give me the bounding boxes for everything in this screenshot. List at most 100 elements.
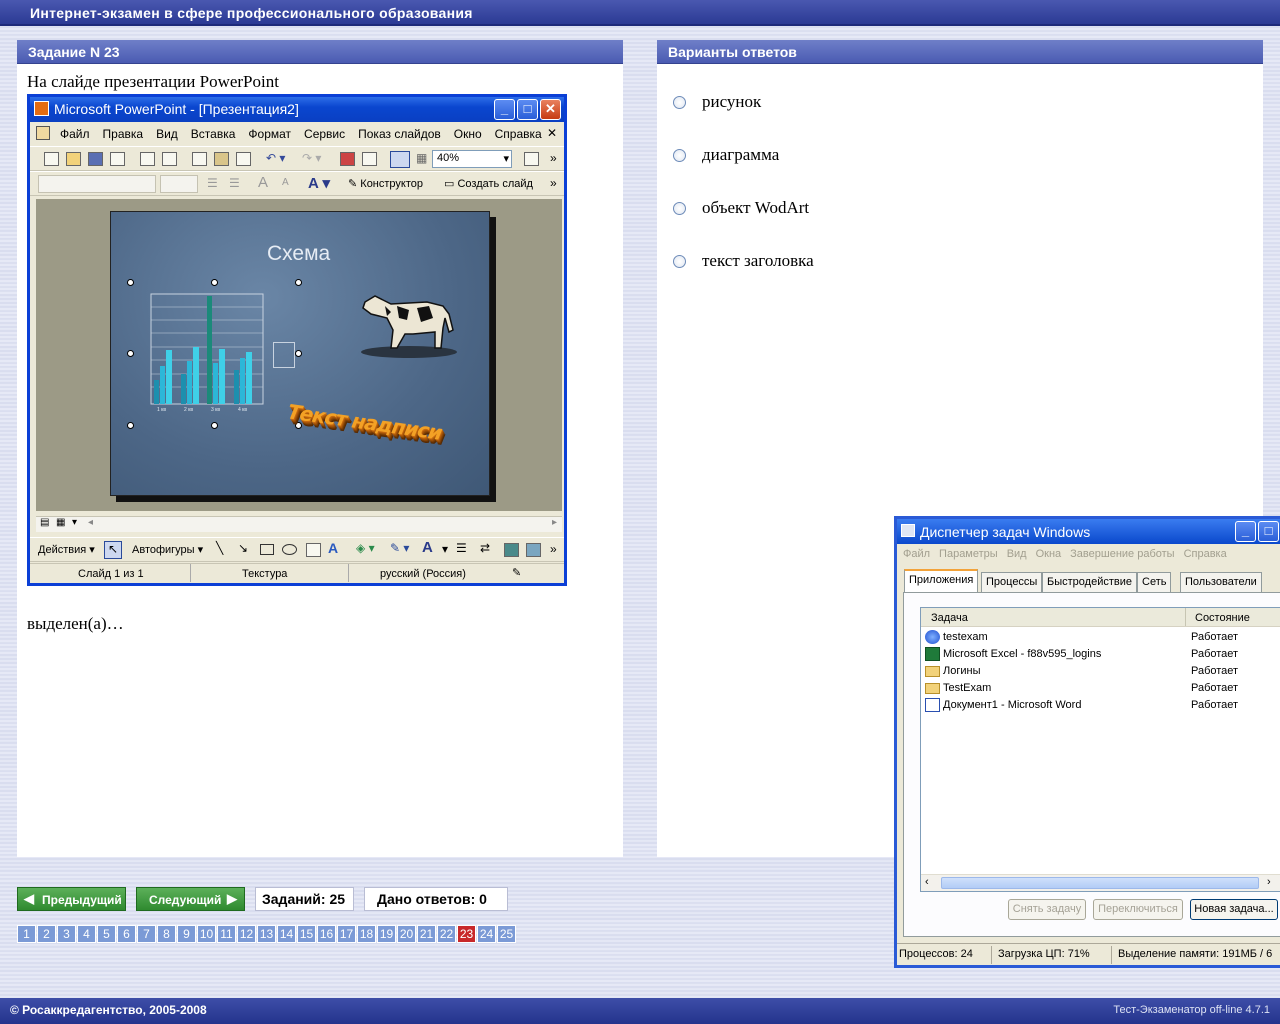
textbox-icon xyxy=(306,543,321,557)
scroll-right-icon[interactable]: › xyxy=(1267,876,1271,888)
arrow-style-icon: ⇄ xyxy=(480,541,491,555)
answer-option-3[interactable]: объект WodArt xyxy=(702,198,809,218)
more-icon: » xyxy=(550,151,557,165)
tm-menu-help[interactable]: Справка xyxy=(1184,548,1227,560)
page-button[interactable]: 7 xyxy=(137,925,156,943)
answer-radio-2[interactable] xyxy=(673,149,686,162)
page-button[interactable]: 22 xyxy=(437,925,456,943)
table-icon xyxy=(362,152,377,166)
page-button[interactable]: 19 xyxy=(377,925,396,943)
font-select xyxy=(38,175,156,193)
font-color-icon: A ▾ xyxy=(308,175,330,192)
page-button[interactable]: 18 xyxy=(357,925,376,943)
page-button[interactable]: 16 xyxy=(317,925,336,943)
page-button[interactable]: 6 xyxy=(117,925,136,943)
page-button[interactable]: 12 xyxy=(237,925,256,943)
tab-network[interactable]: Сеть xyxy=(1137,572,1172,592)
more-icon: » xyxy=(550,542,557,556)
chart-bar xyxy=(213,363,218,404)
tab-users[interactable]: Пользователи xyxy=(1180,572,1262,592)
tm-menu-shutdown[interactable]: Завершение работы xyxy=(1070,548,1174,560)
task-manager-menubar: Файл Параметры Вид Окна Завершение работы Спр… xyxy=(897,544,1280,564)
page-button[interactable]: 24 xyxy=(477,925,496,943)
page-button[interactable]: 15 xyxy=(297,925,316,943)
cow-picture xyxy=(361,295,457,358)
page-button-current[interactable]: 23 xyxy=(457,925,476,943)
status-divider xyxy=(348,564,349,582)
shadow-icon xyxy=(504,543,519,557)
new-task-button[interactable]: Новая задача... xyxy=(1190,899,1278,920)
switch-to-button[interactable]: Переключиться xyxy=(1093,899,1183,920)
task-manager-icon xyxy=(901,524,915,537)
answer-option-2[interactable]: диаграмма xyxy=(702,145,779,165)
tm-menu-windows[interactable]: Окна xyxy=(1036,548,1062,560)
line-color-icon: ✎ ▾ xyxy=(390,541,410,555)
tm-menu-options[interactable]: Параметры xyxy=(939,548,998,560)
page-button[interactable]: 10 xyxy=(197,925,216,943)
task-list[interactable]: Задача Состояние testexam Работает Micro… xyxy=(920,607,1280,892)
save-icon xyxy=(88,152,103,166)
horizontal-scrollbar[interactable]: ‹ › xyxy=(921,874,1280,891)
page-button[interactable]: 20 xyxy=(397,925,416,943)
page-button[interactable]: 17 xyxy=(337,925,356,943)
arrow-right-icon: ▶ xyxy=(227,891,237,906)
question-text-before: На слайде презентации PowerPoint xyxy=(27,72,279,91)
page-button[interactable]: 4 xyxy=(77,925,96,943)
menu-slideshow: Показ слайдов xyxy=(358,127,441,141)
maximize-button[interactable]: □ xyxy=(1258,521,1279,542)
chart-bar xyxy=(207,296,212,404)
end-task-button[interactable]: Снять задачу xyxy=(1008,899,1086,920)
powerpoint-menubar: Файл Правка Вид Вставка Формат Сервис Показ сл… xyxy=(30,122,564,146)
task-row[interactable]: Microsoft Excel - f88v595_logins Работае… xyxy=(921,646,1280,663)
page-button[interactable]: 2 xyxy=(37,925,56,943)
chart-bar xyxy=(187,361,192,404)
task-row[interactable]: Документ1 - Microsoft Word Работает xyxy=(921,697,1280,714)
page-button[interactable]: 13 xyxy=(257,925,276,943)
task-row[interactable]: TestExam Работает xyxy=(921,680,1280,697)
menu-tools: Сервис xyxy=(304,127,346,141)
next-button[interactable]: Следующий ▶ xyxy=(136,887,245,911)
tm-menu-view[interactable]: Вид xyxy=(1007,548,1027,560)
tm-menu-file[interactable]: Файл xyxy=(903,548,930,560)
tab-applications[interactable]: Приложения xyxy=(904,569,979,593)
scroll-thumb[interactable] xyxy=(941,877,1259,889)
chart-category-label: 1 кв xyxy=(157,407,166,413)
scroll-left-icon[interactable]: ‹ xyxy=(925,876,929,888)
column-status[interactable]: Состояние xyxy=(1195,612,1250,624)
answer-option-1[interactable]: рисунок xyxy=(702,92,761,112)
answer-radio-3[interactable] xyxy=(673,202,686,215)
chart-bar xyxy=(193,347,199,404)
page-button[interactable]: 9 xyxy=(177,925,196,943)
zoom-select: 40% ▾ xyxy=(432,150,512,168)
answer-option-4[interactable]: текст заголовка xyxy=(702,251,814,271)
slideshow-view-icon: ▾ xyxy=(72,517,78,528)
answer-radio-1[interactable] xyxy=(673,96,686,109)
page-button[interactable]: 11 xyxy=(217,925,236,943)
previous-button[interactable]: ◀ Предыдущий xyxy=(17,887,126,911)
page-button[interactable]: 5 xyxy=(97,925,116,943)
powerpoint-title: Microsoft PowerPoint - [Презентация2] xyxy=(54,101,299,117)
task-row[interactable]: Логины Работает xyxy=(921,663,1280,680)
minimize-button[interactable]: _ xyxy=(1235,521,1256,542)
column-task[interactable]: Задача xyxy=(931,612,968,624)
powerpoint-icon xyxy=(34,101,49,116)
tasks-count: Заданий: 25 xyxy=(255,887,354,911)
answer-radio-4[interactable] xyxy=(673,255,686,268)
increase-font-icon: A xyxy=(258,174,269,191)
page-button[interactable]: 8 xyxy=(157,925,176,943)
page-button[interactable]: 14 xyxy=(277,925,296,943)
page-button[interactable]: 3 xyxy=(57,925,76,943)
powerpoint-statusbar: Слайд 1 из 1 Текстура русский (Россия) ✎ xyxy=(30,563,564,583)
question-panel-title: Задание N 23 xyxy=(17,40,623,64)
task-manager-titlebar[interactable]: Диспетчер задач Windows _ □ xyxy=(897,519,1280,544)
page-button[interactable]: 25 xyxy=(497,925,516,943)
page-button[interactable]: 21 xyxy=(417,925,436,943)
maximize-icon: □ xyxy=(517,99,538,120)
tab-processes[interactable]: Процессы xyxy=(981,572,1043,592)
menu-window: Окно xyxy=(453,127,482,141)
status-divider xyxy=(190,564,191,582)
page-button[interactable]: 1 xyxy=(17,925,36,943)
tab-performance[interactable]: Быстродействие xyxy=(1042,572,1137,592)
question-body: На слайде презентации PowerPoint Microso… xyxy=(17,64,623,857)
task-row[interactable]: testexam Работает xyxy=(921,629,1280,646)
